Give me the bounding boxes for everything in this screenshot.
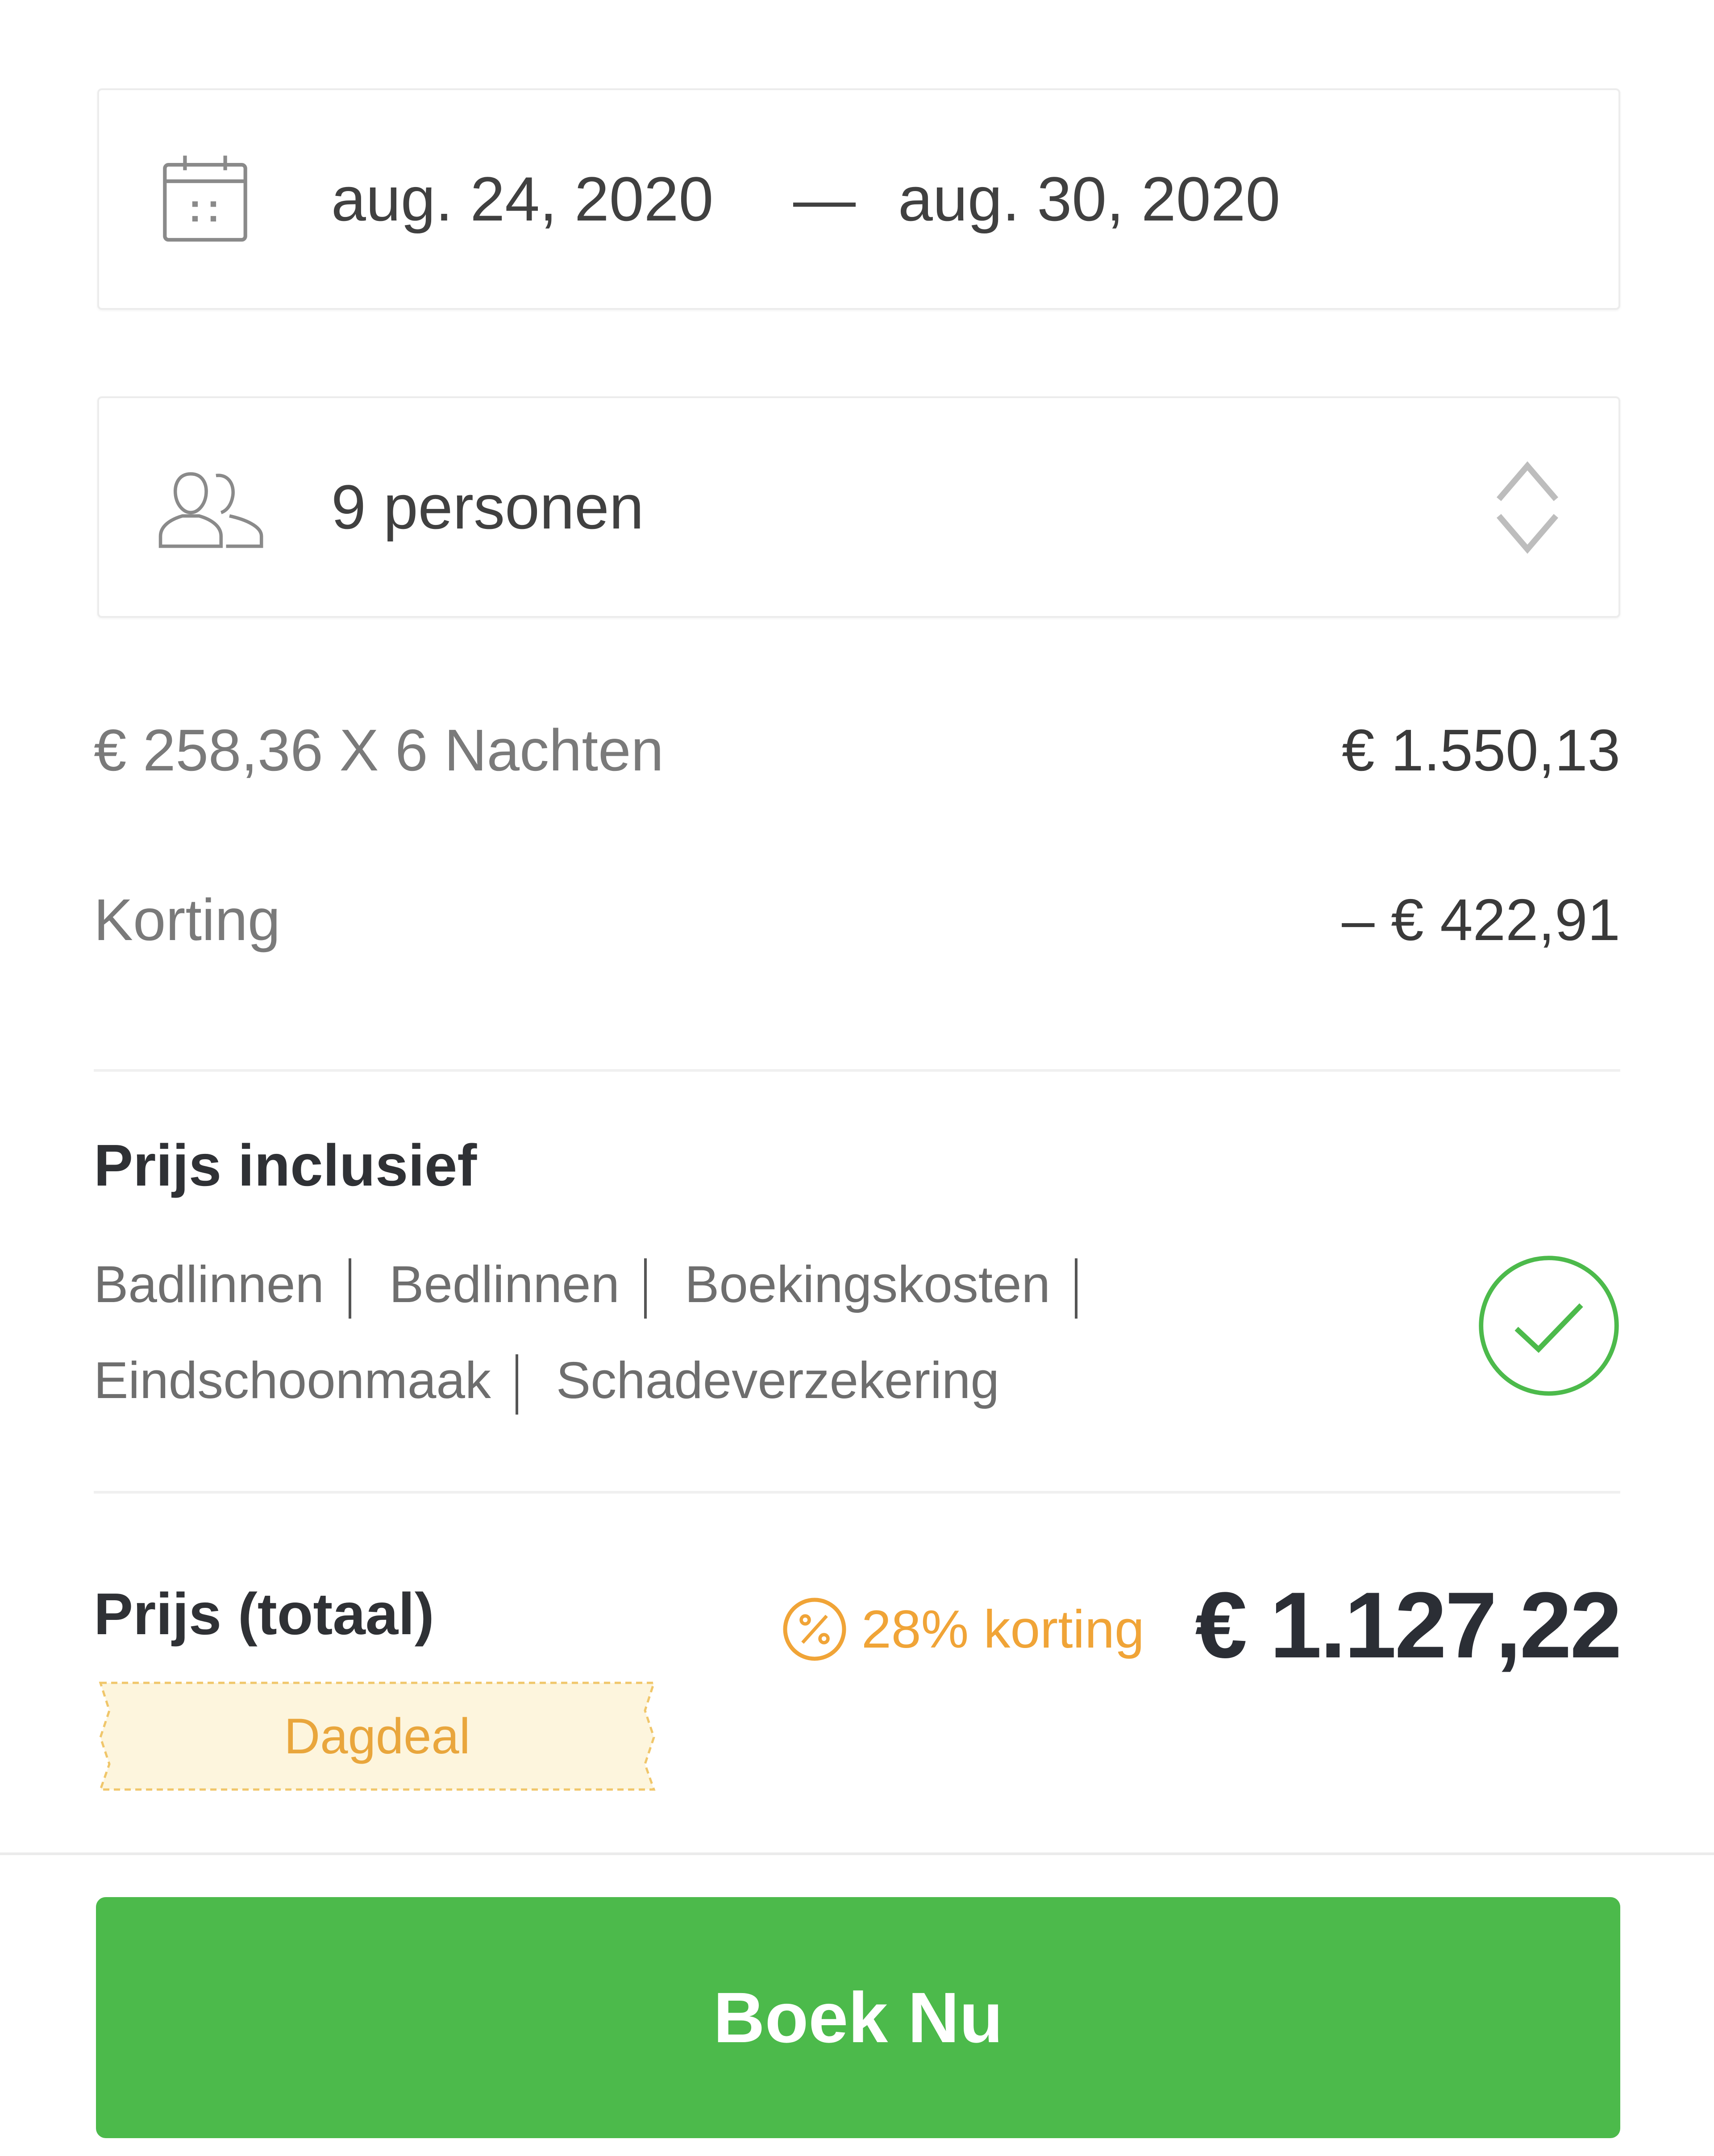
calendar-icon xyxy=(163,155,247,242)
people-icon xyxy=(158,472,263,548)
nightly-price-label: € 258,36 X 6 Nachten xyxy=(94,717,664,783)
included-list: Badlinnen Bedlinnen Boekingskosten Eindsch… xyxy=(94,1236,1321,1428)
deal-badge-label: Dagdeal xyxy=(284,1708,470,1764)
included-item: Schadeverzekering xyxy=(556,1351,999,1409)
total-price-label: Prijs (totaal) xyxy=(94,1581,434,1647)
separator xyxy=(515,1354,518,1415)
guests-select[interactable]: 9 personen xyxy=(97,396,1620,618)
deal-badge: Dagdeal xyxy=(96,1679,658,1793)
divider xyxy=(0,1852,1714,1855)
nightly-price-row: € 258,36 X 6 Nachten € 1.550,13 xyxy=(94,710,1620,790)
discount-label: Korting xyxy=(94,887,281,953)
separator xyxy=(1074,1258,1077,1319)
divider xyxy=(94,1069,1620,1072)
divider xyxy=(94,1491,1620,1494)
discount-badge: 28% korting xyxy=(781,1589,1144,1669)
start-date[interactable]: aug. 24, 2020 xyxy=(331,90,713,308)
separator xyxy=(644,1258,647,1319)
check-circle-icon xyxy=(1479,1256,1619,1396)
book-now-button[interactable]: Boek Nu xyxy=(96,1897,1620,2138)
separator xyxy=(349,1258,351,1319)
included-item: Bedlinnen xyxy=(389,1255,620,1313)
guests-value: 9 personen xyxy=(331,472,644,542)
nightly-price-value: € 1.550,13 xyxy=(1342,717,1620,783)
date-range-picker[interactable]: aug. 24, 2020 — aug. 30, 2020 xyxy=(97,88,1620,310)
included-item: Eindschoonmaak xyxy=(94,1351,491,1409)
discount-value: – € 422,91 xyxy=(1342,887,1620,953)
included-title: Prijs inclusief xyxy=(94,1132,477,1198)
up-down-chevron-icon[interactable] xyxy=(1492,454,1563,561)
total-price: € 1.127,22 xyxy=(1195,1573,1622,1677)
included-item: Boekingskosten xyxy=(685,1255,1050,1313)
included-item: Badlinnen xyxy=(94,1255,324,1313)
discount-percentage: 28% korting xyxy=(861,1599,1144,1659)
discount-row: Korting – € 422,91 xyxy=(94,879,1620,960)
percent-icon xyxy=(783,1598,846,1661)
date-separator: — xyxy=(793,164,856,234)
end-date[interactable]: aug. 30, 2020 xyxy=(898,90,1280,308)
